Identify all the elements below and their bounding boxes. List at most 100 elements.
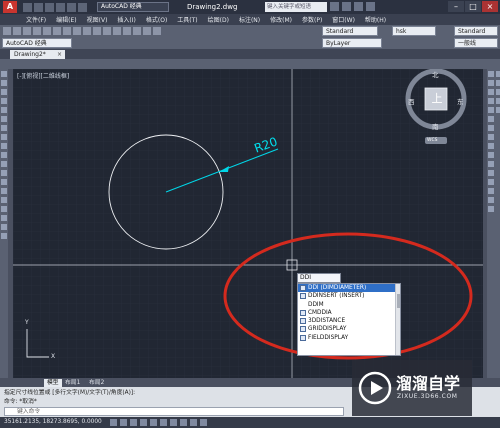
suggestion-item[interactable]: FIELDDISPLAY bbox=[298, 334, 400, 342]
erase-icon[interactable] bbox=[488, 71, 494, 77]
move-icon[interactable] bbox=[488, 116, 494, 122]
redo-icon[interactable] bbox=[78, 2, 87, 12]
close-icon[interactable]: × bbox=[57, 50, 62, 59]
menu-insert[interactable]: 插入(I) bbox=[117, 15, 135, 24]
array-icon[interactable] bbox=[488, 107, 494, 113]
grid-icon[interactable] bbox=[120, 419, 127, 426]
menu-edit[interactable]: 编辑(E) bbox=[56, 15, 76, 24]
make-block-icon[interactable] bbox=[1, 179, 7, 185]
tab-model[interactable]: 模型 bbox=[44, 379, 62, 387]
aligned-dim-icon[interactable] bbox=[496, 80, 500, 86]
angular-dim-icon[interactable] bbox=[496, 107, 500, 113]
copy-object-icon[interactable] bbox=[488, 80, 494, 86]
point-icon[interactable] bbox=[1, 188, 7, 194]
pan-icon[interactable] bbox=[113, 27, 121, 35]
qp-icon[interactable] bbox=[200, 419, 207, 426]
command-input[interactable]: 键入命令 bbox=[4, 407, 344, 416]
ortho-icon[interactable] bbox=[130, 419, 137, 426]
menu-dimension[interactable]: 标注(N) bbox=[239, 15, 260, 24]
close-button[interactable]: × bbox=[482, 1, 498, 12]
mtext-icon[interactable] bbox=[1, 233, 7, 239]
suggestion-item[interactable]: DDINSERT (INSERT) bbox=[298, 292, 400, 300]
redo-icon[interactable] bbox=[103, 27, 111, 35]
ellipse-icon[interactable] bbox=[1, 152, 7, 158]
suggestion-item[interactable]: CMDDIA bbox=[298, 309, 400, 317]
user-icon[interactable] bbox=[342, 2, 351, 11]
workspace-select-2[interactable]: AutoCAD 经典 bbox=[2, 38, 72, 48]
chamfer-icon[interactable] bbox=[488, 188, 494, 194]
viewport-controls-label[interactable]: [-][俯视][二维线框] bbox=[17, 71, 69, 80]
menu-draw[interactable]: 绘图(D) bbox=[208, 15, 229, 24]
menu-window[interactable]: 窗口(W) bbox=[332, 15, 355, 24]
properties-icon[interactable] bbox=[143, 27, 151, 35]
drawing-viewport[interactable]: [-][俯视][二维线框] R20 上 北 南 东 西 WCS Y X DDI … bbox=[13, 69, 483, 378]
match-properties-icon[interactable] bbox=[83, 27, 91, 35]
mirror-icon[interactable] bbox=[488, 89, 494, 95]
tab-layout2[interactable]: 布局2 bbox=[86, 379, 107, 387]
copy-icon[interactable] bbox=[63, 27, 71, 35]
preview-icon[interactable] bbox=[43, 27, 51, 35]
tab-layout1[interactable]: 布局1 bbox=[62, 379, 83, 387]
suggestion-item[interactable]: GRIDDISPLAY bbox=[298, 325, 400, 333]
rectangle-icon[interactable] bbox=[1, 107, 7, 113]
rotate-icon[interactable] bbox=[488, 125, 494, 131]
suggestion-scrollbar[interactable] bbox=[395, 284, 400, 355]
join-icon[interactable] bbox=[488, 179, 494, 185]
search-icon[interactable] bbox=[330, 2, 339, 11]
fillet-icon[interactable] bbox=[488, 197, 494, 203]
insert-block-icon[interactable] bbox=[1, 170, 7, 176]
menu-format[interactable]: 格式(O) bbox=[146, 15, 167, 24]
new-icon[interactable] bbox=[3, 27, 11, 35]
menu-modify[interactable]: 修改(M) bbox=[270, 15, 292, 24]
menu-parametric[interactable]: 参数(P) bbox=[302, 15, 322, 24]
polyline-icon[interactable] bbox=[1, 89, 7, 95]
scale-icon[interactable] bbox=[488, 134, 494, 140]
otrack-icon[interactable] bbox=[160, 419, 167, 426]
spline-icon[interactable] bbox=[1, 143, 7, 149]
line-icon[interactable] bbox=[1, 71, 7, 77]
design-center-icon[interactable] bbox=[153, 27, 161, 35]
suggestion-item[interactable]: DDIM bbox=[298, 301, 400, 309]
table-style-select[interactable]: Standard bbox=[454, 26, 498, 36]
tab-drawing2[interactable]: Drawing2* × bbox=[10, 50, 65, 59]
layer-color-select[interactable]: ByLayer bbox=[322, 38, 382, 48]
ellipse-arc-icon[interactable] bbox=[1, 161, 7, 167]
menu-view[interactable]: 视图(V) bbox=[87, 15, 108, 24]
extend-icon[interactable] bbox=[488, 161, 494, 167]
workspace-select[interactable]: AutoCAD 经典 bbox=[97, 2, 169, 12]
gradient-icon[interactable] bbox=[1, 206, 7, 212]
trim-icon[interactable] bbox=[488, 152, 494, 158]
diameter-dim-icon[interactable] bbox=[496, 98, 500, 104]
open-icon[interactable] bbox=[13, 27, 21, 35]
break-icon[interactable] bbox=[488, 170, 494, 176]
region-icon[interactable] bbox=[1, 215, 7, 221]
hatch-icon[interactable] bbox=[1, 197, 7, 203]
dyn-icon[interactable] bbox=[180, 419, 187, 426]
snap-icon[interactable] bbox=[110, 419, 117, 426]
menu-file[interactable]: 文件(F) bbox=[26, 15, 46, 24]
polar-icon[interactable] bbox=[140, 419, 147, 426]
polygon-icon[interactable] bbox=[1, 98, 7, 104]
lineweight-icon[interactable] bbox=[190, 419, 197, 426]
menu-tools[interactable]: 工具(T) bbox=[177, 15, 197, 24]
menu-help[interactable]: 帮助(H) bbox=[365, 15, 386, 24]
help-icon[interactable] bbox=[366, 2, 375, 11]
suggestion-item[interactable]: 3DDISTANCE bbox=[298, 317, 400, 325]
suggestion-item[interactable]: DDI (DIMDIAMETER) bbox=[298, 284, 400, 293]
explode-icon[interactable] bbox=[488, 206, 494, 212]
offset-icon[interactable] bbox=[488, 98, 494, 104]
osnap-icon[interactable] bbox=[150, 419, 157, 426]
zoom-window-icon[interactable] bbox=[133, 27, 141, 35]
circle-icon[interactable] bbox=[1, 125, 7, 131]
undo-icon[interactable] bbox=[93, 27, 101, 35]
autocad-logo-icon[interactable]: A bbox=[3, 1, 17, 13]
revcloud-icon[interactable] bbox=[1, 134, 7, 140]
paste-icon[interactable] bbox=[73, 27, 81, 35]
scroll-thumb[interactable] bbox=[396, 294, 400, 308]
linear-dim-icon[interactable] bbox=[496, 71, 500, 77]
search-input[interactable]: 键入关键字或短语 bbox=[265, 2, 327, 12]
arc-icon[interactable] bbox=[1, 116, 7, 122]
ducs-icon[interactable] bbox=[170, 419, 177, 426]
undo-icon[interactable] bbox=[67, 2, 76, 12]
dim-style-select[interactable]: hsk bbox=[392, 26, 436, 36]
